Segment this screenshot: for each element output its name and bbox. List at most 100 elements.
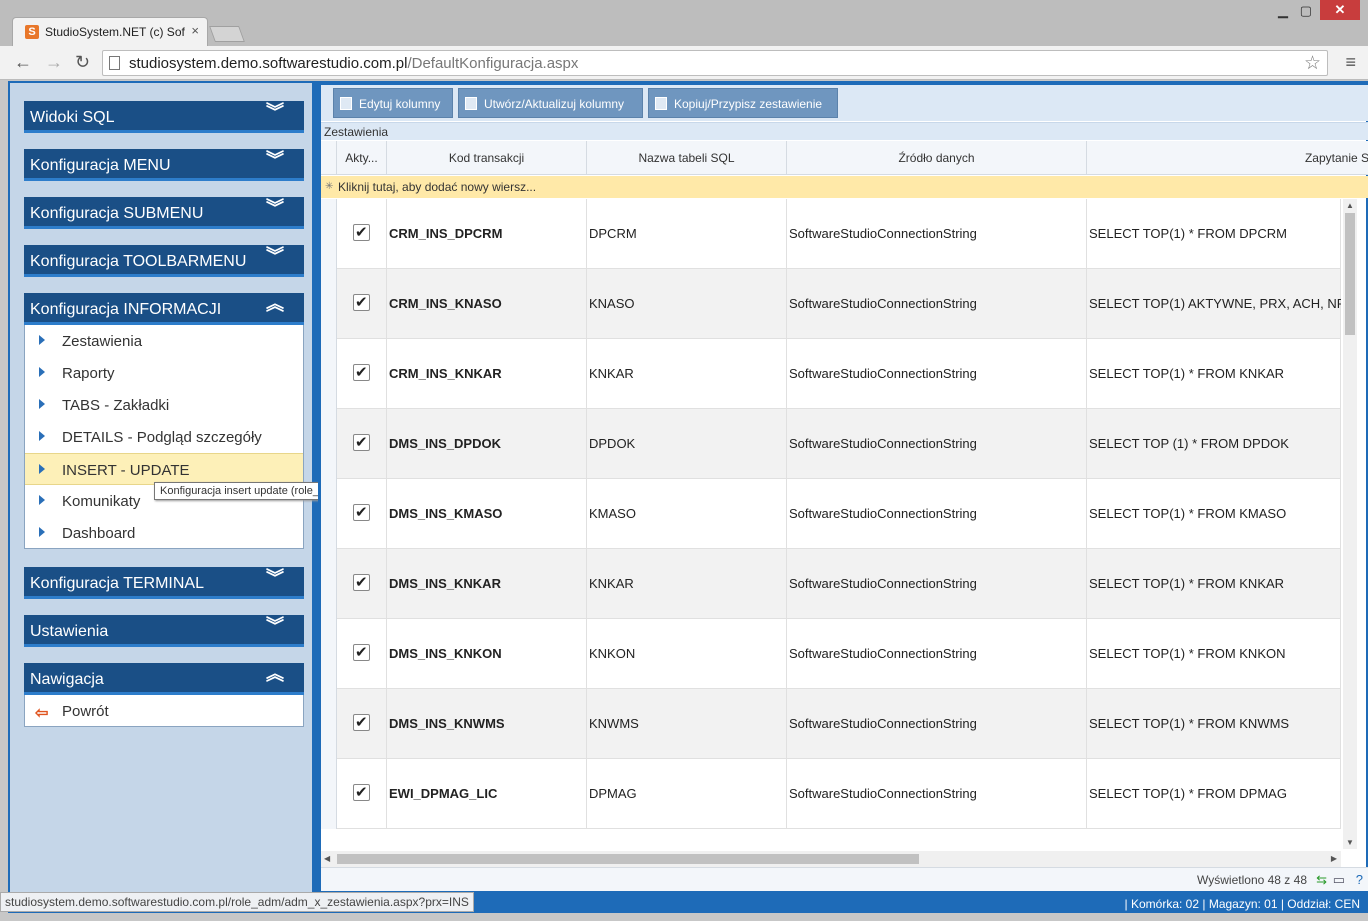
panel-konfiguracja-toolbarmenu[interactable]: Konfiguracja TOOLBARMENU ︾: [24, 245, 304, 277]
edit-columns-button[interactable]: Edytuj kolumny: [333, 88, 453, 118]
chevron-down-icon[interactable]: ︾: [266, 569, 284, 587]
scroll-down-icon[interactable]: ▼: [1346, 838, 1354, 847]
address-bar[interactable]: studiosystem.demo.softwarestudio.com.pl/…: [102, 50, 1328, 76]
cell-table[interactable]: KNKON: [587, 619, 787, 689]
cell-source[interactable]: SoftwareStudioConnectionString: [787, 339, 1087, 409]
copy-assign-report-button[interactable]: Kopiuj/Przypisz zestawienie: [648, 88, 838, 118]
scroll-right-icon[interactable]: ▶: [1331, 854, 1337, 863]
menu-item-details[interactable]: DETAILS - Podgląd szczegóły: [25, 421, 303, 453]
panel-konfiguracja-informacji[interactable]: Konfiguracja INFORMACJI ︽: [24, 293, 304, 325]
cell-table[interactable]: KNWMS: [587, 689, 787, 759]
new-tab-button[interactable]: [209, 26, 245, 42]
table-row[interactable]: CRM_INS_KNASO KNASO SoftwareStudioConnecti…: [321, 269, 1341, 339]
window-close-icon[interactable]: ✕: [1320, 0, 1360, 20]
active-checkbox[interactable]: [353, 783, 370, 801]
menu-item-tabs[interactable]: TABS - Zakładki: [25, 389, 303, 421]
menu-item-raporty[interactable]: Raporty: [25, 357, 303, 389]
horizontal-scroll-thumb[interactable]: [337, 854, 919, 864]
menu-item-zestawienia[interactable]: Zestawienia: [25, 325, 303, 357]
cell-source[interactable]: SoftwareStudioConnectionString: [787, 269, 1087, 339]
active-checkbox[interactable]: [353, 293, 370, 311]
cell-source[interactable]: SoftwareStudioConnectionString: [787, 619, 1087, 689]
cell-table[interactable]: KNKAR: [587, 339, 787, 409]
vertical-scrollbar[interactable]: ▲ ▼: [1343, 199, 1357, 849]
cell-code[interactable]: CRM_INS_KNKAR: [387, 339, 587, 409]
col-header-table[interactable]: Nazwa tabeli SQL: [587, 141, 787, 175]
active-checkbox[interactable]: [353, 503, 370, 521]
col-header-active[interactable]: Akty...: [337, 141, 387, 175]
row-selector[interactable]: [321, 269, 337, 339]
reload-icon[interactable]: ↻: [75, 52, 90, 73]
chevron-up-icon[interactable]: ︽: [266, 295, 284, 313]
browser-menu-icon[interactable]: ≡: [1345, 52, 1356, 73]
active-checkbox[interactable]: [353, 573, 370, 591]
scroll-up-icon[interactable]: ▲: [1346, 201, 1354, 210]
tab-close-icon[interactable]: ×: [191, 23, 199, 38]
panel-nawigacja[interactable]: Nawigacja ︽: [24, 663, 304, 695]
chevron-up-icon[interactable]: ︽: [266, 665, 284, 683]
menu-item-powrot[interactable]: ⇦ Powrót: [25, 695, 303, 727]
cell-query[interactable]: SELECT TOP(1) * FROM KNKAR: [1087, 549, 1341, 619]
table-row[interactable]: DMS_INS_KMASO KMASO SoftwareStudioConnecti…: [321, 479, 1341, 549]
cell-code[interactable]: DMS_INS_KNKON: [387, 619, 587, 689]
row-selector[interactable]: [321, 199, 337, 269]
cell-code[interactable]: DMS_INS_KNKAR: [387, 549, 587, 619]
table-row[interactable]: CRM_INS_DPCRM DPCRM SoftwareStudioConnecti…: [321, 199, 1341, 269]
col-header-query[interactable]: Zapytanie S: [1087, 141, 1368, 175]
active-checkbox[interactable]: [353, 713, 370, 731]
table-row[interactable]: DMS_INS_KNKAR KNKAR SoftwareStudioConnecti…: [321, 549, 1341, 619]
browser-tab[interactable]: S StudioSystem.NET (c) Soft ×: [12, 17, 208, 46]
panel-konfiguracja-submenu[interactable]: Konfiguracja SUBMENU ︾: [24, 197, 304, 229]
col-header-source[interactable]: Źródło danych: [787, 141, 1087, 175]
active-checkbox[interactable]: [353, 433, 370, 451]
cell-code[interactable]: DMS_INS_KNWMS: [387, 689, 587, 759]
chevron-down-icon[interactable]: ︾: [266, 199, 284, 217]
col-header-code[interactable]: Kod transakcji: [387, 141, 587, 175]
chevron-down-icon[interactable]: ︾: [266, 103, 284, 121]
cell-code[interactable]: EWI_DPMAG_LIC: [387, 759, 587, 829]
table-row[interactable]: DMS_INS_KNKON KNKON SoftwareStudioConnecti…: [321, 619, 1341, 689]
chevron-down-icon[interactable]: ︾: [266, 151, 284, 169]
panel-widoki-sql[interactable]: Widoki SQL ︾: [24, 101, 304, 133]
menu-item-dashboard[interactable]: Dashboard: [25, 517, 303, 549]
cell-code[interactable]: CRM_INS_DPCRM: [387, 199, 587, 269]
row-selector[interactable]: [321, 549, 337, 619]
row-selector[interactable]: [321, 689, 337, 759]
table-row[interactable]: CRM_INS_KNKAR KNKAR SoftwareStudioConnecti…: [321, 339, 1341, 409]
cell-table[interactable]: DPDOK: [587, 409, 787, 479]
cell-source[interactable]: SoftwareStudioConnectionString: [787, 689, 1087, 759]
row-selector[interactable]: [321, 619, 337, 689]
panel-ustawienia[interactable]: Ustawienia ︾: [24, 615, 304, 647]
cell-source[interactable]: SoftwareStudioConnectionString: [787, 479, 1087, 549]
row-selector[interactable]: [321, 339, 337, 409]
chevron-down-icon[interactable]: ︾: [266, 617, 284, 635]
cell-source[interactable]: SoftwareStudioConnectionString: [787, 759, 1087, 829]
add-new-row[interactable]: ✳ Kliknij tutaj, aby dodać nowy wiersz..…: [321, 176, 1368, 198]
cell-query[interactable]: SELECT TOP(1) * FROM DPMAG: [1087, 759, 1341, 829]
active-checkbox[interactable]: [353, 643, 370, 661]
cell-query[interactable]: SELECT TOP(1) * FROM KNWMS: [1087, 689, 1341, 759]
horizontal-scrollbar[interactable]: ◀ ▶: [321, 851, 1341, 867]
back-icon[interactable]: ←: [14, 52, 32, 73]
cell-query[interactable]: SELECT TOP(1) * FROM KMASO: [1087, 479, 1341, 549]
panel-konfiguracja-terminal[interactable]: Konfiguracja TERMINAL ︾: [24, 567, 304, 599]
cell-code[interactable]: CRM_INS_KNASO: [387, 269, 587, 339]
active-checkbox[interactable]: [353, 363, 370, 381]
row-selector[interactable]: [321, 409, 337, 479]
vertical-scroll-thumb[interactable]: [1345, 213, 1355, 335]
cell-code[interactable]: DMS_INS_DPDOK: [387, 409, 587, 479]
cell-source[interactable]: SoftwareStudioConnectionString: [787, 199, 1087, 269]
export-icon[interactable]: ▭: [1333, 872, 1345, 888]
help-icon[interactable]: ?: [1356, 872, 1363, 887]
refresh-icon[interactable]: ⇆: [1316, 872, 1327, 888]
cell-table[interactable]: KNKAR: [587, 549, 787, 619]
table-row[interactable]: DMS_INS_DPDOK DPDOK SoftwareStudioConnecti…: [321, 409, 1341, 479]
cell-query[interactable]: SELECT TOP(1) * FROM KNKON: [1087, 619, 1341, 689]
table-row[interactable]: EWI_DPMAG_LIC DPMAG SoftwareStudioConnecti…: [321, 759, 1341, 829]
cell-query[interactable]: SELECT TOP (1) * FROM DPDOK: [1087, 409, 1341, 479]
active-checkbox[interactable]: [353, 223, 370, 241]
create-update-columns-button[interactable]: Utwórz/Aktualizuj kolumny: [458, 88, 643, 118]
cell-query[interactable]: SELECT TOP(1) AKTYWNE, PRX, ACH, NRI: [1087, 269, 1341, 339]
minimize-icon[interactable]: ▁: [1278, 3, 1288, 19]
maximize-icon[interactable]: ▢: [1300, 3, 1312, 19]
